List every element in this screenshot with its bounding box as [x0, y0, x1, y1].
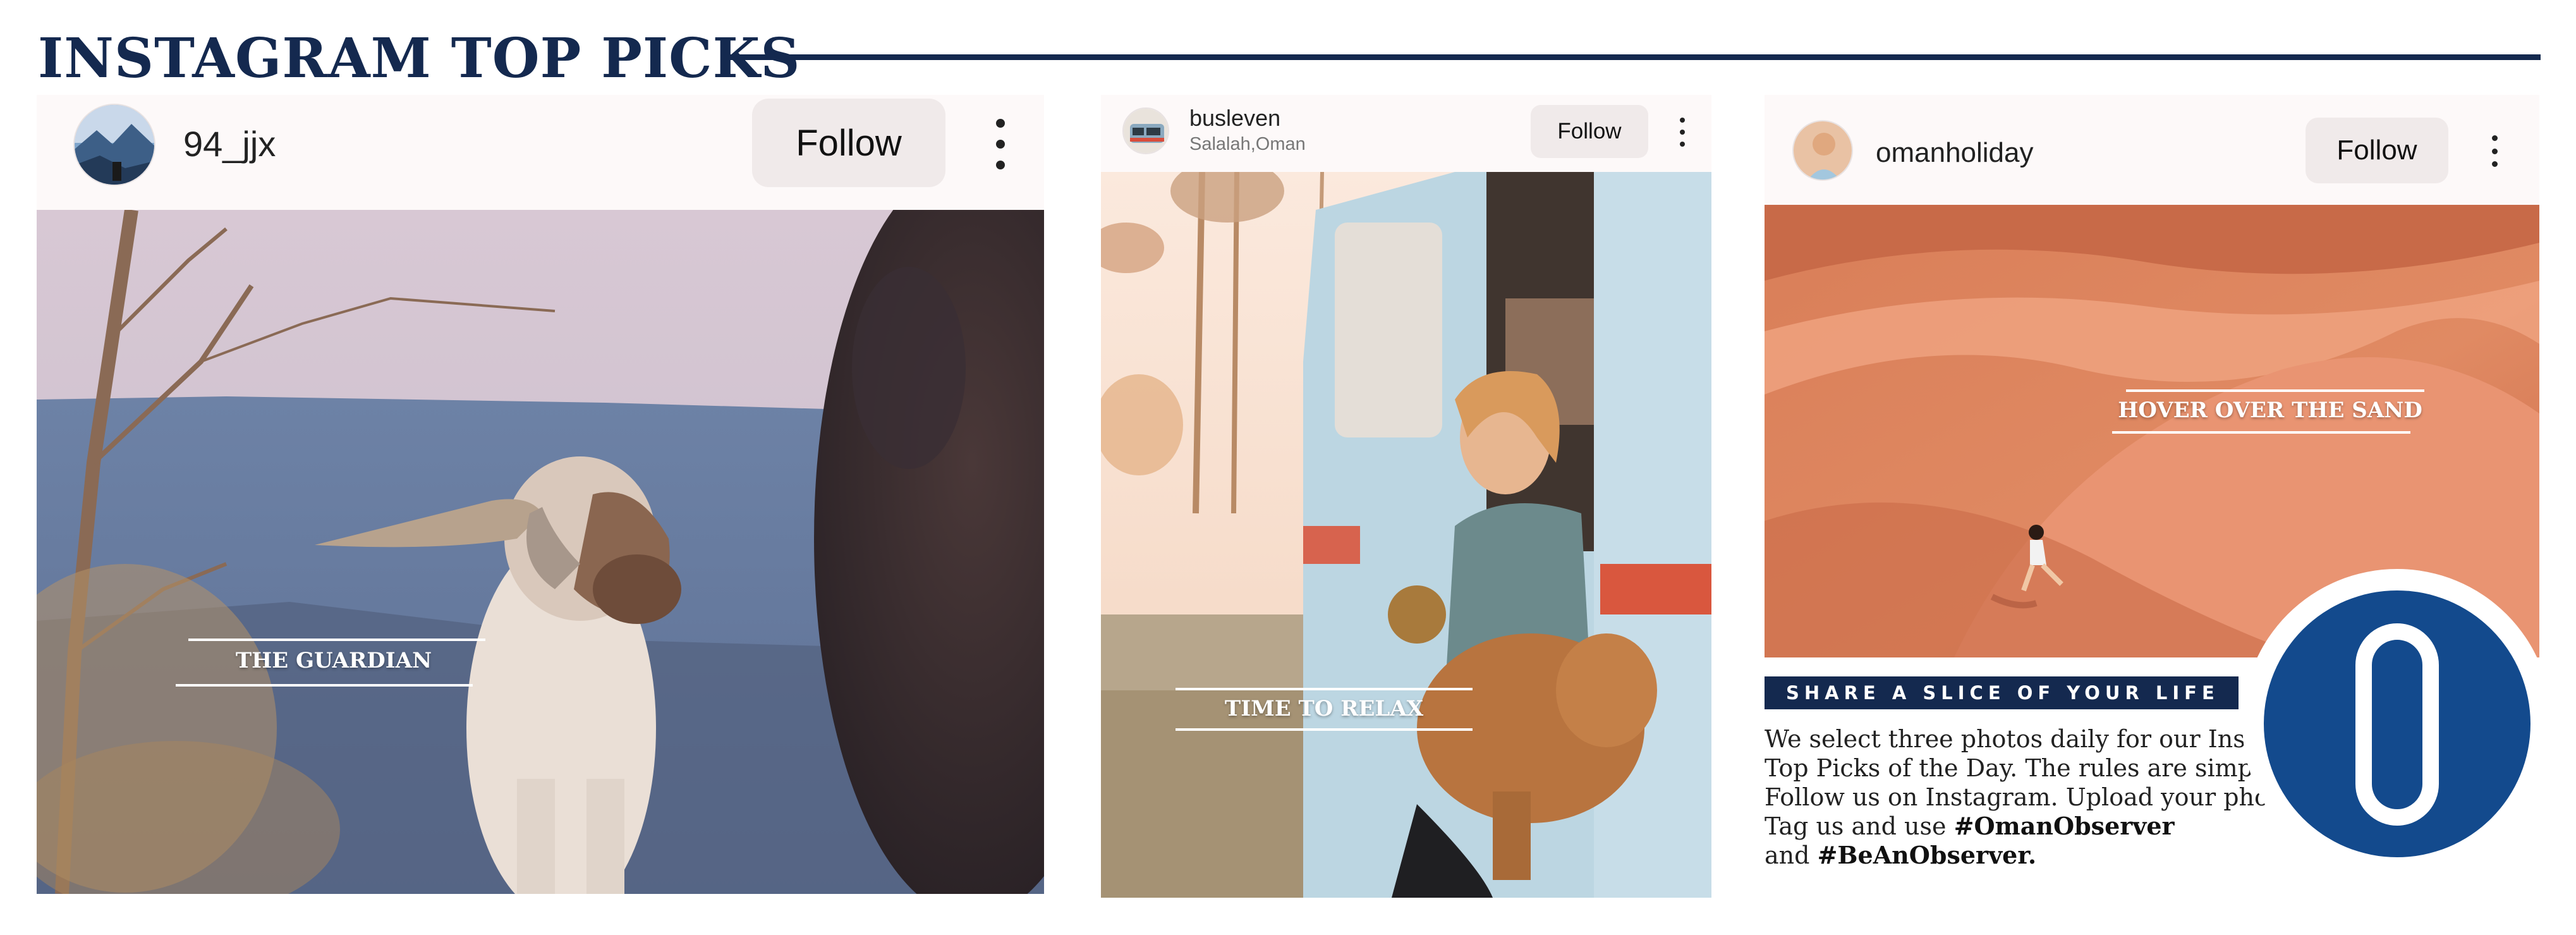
caption-text: TIME TO RELAX	[1224, 696, 1424, 721]
post-caption: TIME TO RELAX	[1176, 688, 1473, 738]
page-title: INSTAGRAM TOP PICKS	[38, 27, 801, 90]
avatar[interactable]	[1792, 120, 1853, 181]
post-header: busleven Salalah,Oman Follow	[1101, 95, 1711, 172]
post-header: 94_jjx Follow	[37, 95, 1044, 209]
caption-bottom-rule	[1176, 728, 1473, 731]
avatar[interactable]	[1122, 107, 1169, 154]
share-slice-banner: SHARE A SLICE OF YOUR LIFE	[1765, 676, 2239, 709]
title-rule	[727, 54, 2541, 60]
post-username[interactable]: 94_jjx	[183, 124, 276, 164]
avatar-image	[1124, 109, 1168, 153]
post-header: omanholiday Follow	[1765, 95, 2539, 205]
post-caption: HOVER OVER THE SAND	[2112, 389, 2428, 440]
avatar[interactable]	[73, 104, 155, 186]
more-vertical-icon[interactable]	[2489, 135, 2500, 167]
goat-photo	[37, 210, 1044, 894]
post-username[interactable]: omanholiday	[1876, 137, 2034, 169]
post-caption: THE GUARDIAN	[176, 639, 492, 695]
instagram-post-2: busleven Salalah,Oman Follow TIME TO REL…	[1101, 95, 1711, 898]
caption-top-rule	[188, 639, 485, 641]
caption-text: HOVER OVER THE SAND	[2118, 398, 2422, 423]
caption-bottom-rule	[176, 684, 473, 687]
oman-observer-logo-icon	[2264, 590, 2530, 857]
hashtag-be-an-observer[interactable]: #BeAnObserver.	[1818, 841, 2037, 869]
info-and: and	[1765, 841, 1810, 869]
follow-button[interactable]: Follow	[1531, 105, 1648, 158]
caption-top-rule	[1176, 688, 1473, 690]
instagram-post-1: 94_jjx Follow THE GUARDIAN	[37, 95, 1044, 894]
post-photo	[37, 210, 1044, 894]
caption-text: THE GUARDIAN	[235, 648, 432, 673]
more-vertical-icon[interactable]	[991, 119, 1010, 169]
caption-bottom-rule	[2112, 431, 2410, 434]
post-username[interactable]: busleven	[1189, 105, 1280, 131]
caption-top-rule	[2126, 389, 2424, 392]
follow-button[interactable]: Follow	[752, 99, 945, 187]
follow-button[interactable]: Follow	[2306, 118, 2448, 183]
more-vertical-icon[interactable]	[1677, 118, 1687, 147]
avatar-image	[1794, 121, 1852, 180]
hashtag-oman-observer[interactable]: #OmanObserver	[1954, 812, 2175, 840]
avatar-image	[75, 105, 154, 185]
logo-letter-o	[2355, 623, 2439, 826]
post-location[interactable]: Salalah,Oman	[1189, 133, 1306, 156]
van-photo	[1101, 172, 1711, 898]
post-photo	[1101, 172, 1711, 898]
